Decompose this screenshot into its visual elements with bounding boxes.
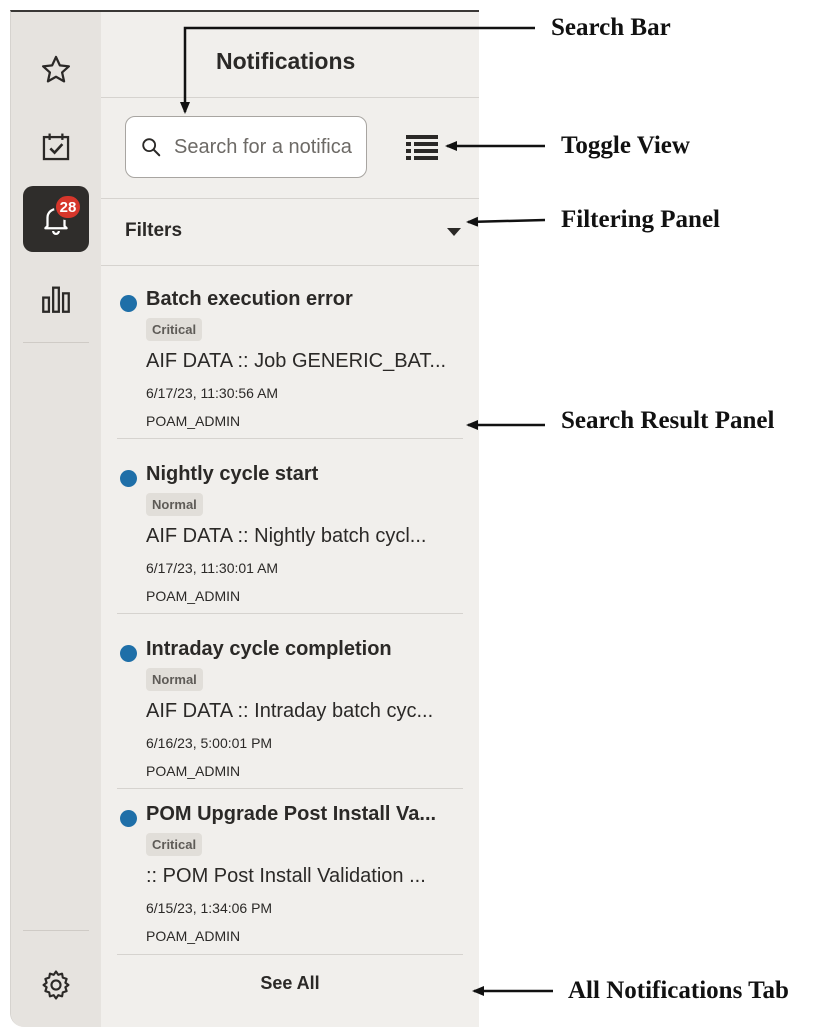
notifications-button[interactable]: 28 — [23, 186, 89, 252]
rail-divider — [23, 930, 89, 931]
annotation-search-result-panel: Search Result Panel — [561, 407, 775, 434]
notification-user: POAM_ADMIN — [146, 413, 241, 429]
notification-description: AIF DATA :: Job GENERIC_BAT... — [146, 350, 447, 372]
notification-count-badge: 28 — [54, 194, 82, 220]
notification-title: POM Upgrade Post Install Va... — [146, 803, 437, 825]
notification-title: Nightly cycle start — [146, 463, 319, 485]
divider — [101, 97, 479, 98]
annotation-search-bar: Search Bar — [551, 14, 671, 41]
notification-description: AIF DATA :: Nightly batch cycl... — [146, 525, 427, 547]
panel-title: Notifications — [216, 48, 356, 74]
severity-badge: Normal — [146, 493, 203, 516]
annotation-filtering-panel: Filtering Panel — [561, 206, 720, 233]
notification-description: AIF DATA :: Intraday batch cyc... — [146, 700, 434, 722]
notification-timestamp: 6/17/23, 11:30:56 AM — [146, 385, 279, 401]
filters-label: Filters — [125, 220, 183, 241]
search-icon — [142, 138, 161, 157]
notification-item[interactable]: Batch execution error Critical AIF DATA … — [101, 274, 479, 446]
divider — [117, 613, 463, 614]
notification-item[interactable]: Nightly cycle start Normal AIF DATA :: N… — [101, 449, 479, 621]
chevron-down-icon — [447, 228, 461, 236]
severity-badge: Critical — [146, 833, 203, 856]
search-bar[interactable] — [125, 116, 367, 178]
notifications-app: 28 Notifications Search for a notifica F… — [10, 10, 479, 1027]
notification-title: Intraday cycle completion — [146, 638, 392, 660]
annotation-all-notifications-tab: All Notifications Tab — [568, 977, 789, 1004]
bar-chart-icon — [42, 286, 70, 313]
notification-description: :: POM Post Install Validation ... — [146, 865, 426, 887]
filters-panel-toggle[interactable]: Filters — [101, 198, 479, 264]
reports-button[interactable] — [23, 266, 89, 332]
tasks-button[interactable] — [23, 114, 89, 180]
notification-user: POAM_ADMIN — [146, 588, 241, 604]
settings-button[interactable] — [23, 952, 89, 1018]
divider — [101, 265, 479, 266]
divider — [117, 954, 463, 955]
unread-dot-icon — [120, 295, 137, 312]
icon-rail: 28 — [11, 12, 101, 1027]
severity-badge: Normal — [146, 668, 203, 691]
favorites-button[interactable] — [23, 37, 89, 103]
notification-user: POAM_ADMIN — [146, 928, 241, 944]
severity-badge: Critical — [146, 318, 203, 341]
see-all-link[interactable]: See All — [101, 956, 479, 1010]
notification-timestamp: 6/16/23, 5:00:01 PM — [146, 735, 273, 751]
divider — [117, 438, 463, 439]
calendar-check-icon — [42, 133, 70, 161]
notification-timestamp: 6/15/23, 1:34:06 PM — [146, 900, 273, 916]
notification-panel: Notifications Filters Bat — [101, 12, 479, 1027]
unread-dot-icon — [120, 470, 137, 487]
unread-dot-icon — [120, 810, 137, 827]
unread-dot-icon — [120, 645, 137, 662]
notification-item[interactable]: Intraday cycle completion Normal AIF DAT… — [101, 624, 479, 796]
star-icon — [41, 55, 71, 83]
notification-timestamp: 6/17/23, 11:30:01 AM — [146, 560, 279, 576]
search-input[interactable] — [174, 135, 354, 159]
toggle-view-icon[interactable] — [404, 132, 440, 164]
notification-title: Batch execution error — [146, 288, 353, 310]
rail-divider — [23, 342, 89, 343]
notification-item[interactable]: POM Upgrade Post Install Va... Critical … — [101, 789, 479, 961]
settings-gear-icon — [42, 970, 70, 1000]
annotation-toggle-view: Toggle View — [561, 132, 690, 159]
notification-user: POAM_ADMIN — [146, 763, 241, 779]
